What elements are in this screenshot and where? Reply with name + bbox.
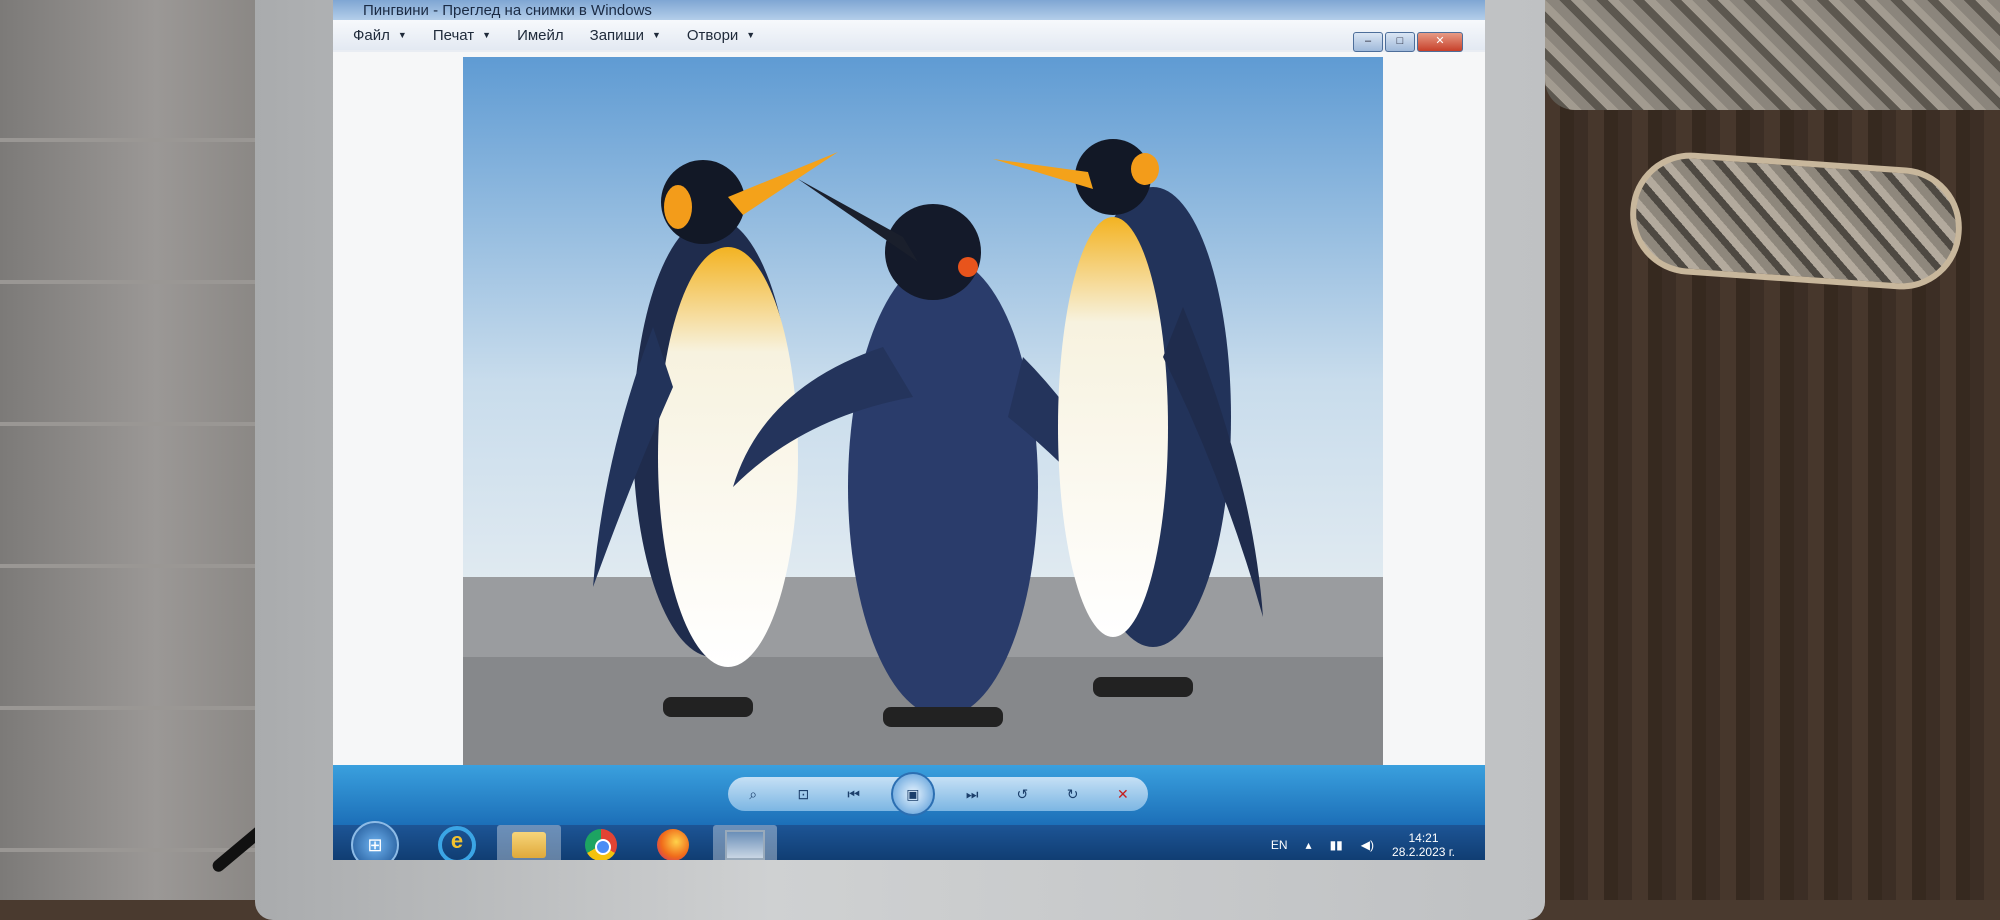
tray-expand-icon[interactable]: ▴ xyxy=(1306,838,1312,852)
menu-burn[interactable]: Запиши ▼ xyxy=(590,27,661,44)
menu-open[interactable]: Отвори ▼ xyxy=(687,27,755,44)
chrome-icon xyxy=(585,829,617,860)
taskbar-ie[interactable]: e xyxy=(425,825,489,860)
menu-print[interactable]: Печат ▼ xyxy=(433,27,491,44)
network-icon[interactable]: ▮▮ xyxy=(1330,838,1343,852)
rotate-right-icon[interactable]: ↻ xyxy=(1060,783,1086,805)
rotate-left-icon[interactable]: ↺ xyxy=(1009,783,1035,805)
penguin-left-feet xyxy=(663,697,753,717)
viewer-controls: ⌕ ⊡ ⏮ ▣ ⏭ ↺ ↻ ✕ xyxy=(728,772,1148,816)
wicker-basket xyxy=(1545,0,2000,110)
internet-explorer-icon: e xyxy=(438,826,476,860)
taskbar-explorer[interactable] xyxy=(497,825,561,860)
clock-time: 14:21 xyxy=(1408,831,1439,845)
taskbar: ⊞ e EN ▴ ▮▮ ◀) 14:21 28.2.2023 г. xyxy=(333,821,1485,860)
taskbar-firefox[interactable] xyxy=(641,825,705,860)
penguin-left-cheek xyxy=(664,185,692,229)
previous-icon[interactable]: ⏮ xyxy=(841,783,867,805)
wicker-handle xyxy=(1626,148,1966,294)
menu-bar: Файл ▼ Печат ▼ Имейл Запиши ▼ Отвори ▼ xyxy=(333,20,1485,50)
taskbar-chrome[interactable] xyxy=(569,825,633,860)
next-icon[interactable]: ⏭ xyxy=(959,783,985,805)
window-controls: – □ ✕ xyxy=(1353,32,1463,52)
penguin-right-belly xyxy=(1058,217,1168,637)
menu-open-label: Отвори xyxy=(686,26,739,44)
folder-icon xyxy=(512,832,546,858)
penguin-middle-feet xyxy=(883,707,1003,727)
monitor-screen: Пингвини - Преглед на снимки в Windows Ф… xyxy=(333,0,1485,860)
penguin-right-feet xyxy=(1093,677,1193,697)
clock[interactable]: 14:21 28.2.2023 г. xyxy=(1392,831,1455,859)
menu-email[interactable]: Имейл xyxy=(517,27,564,44)
chevron-down-icon: ▼ xyxy=(746,30,756,40)
delete-icon[interactable]: ✕ xyxy=(1110,783,1136,805)
menu-email-label: Имейл xyxy=(517,26,564,44)
chevron-down-icon: ▼ xyxy=(397,30,407,40)
photo-viewer-icon xyxy=(725,830,765,860)
penguin-middle-head xyxy=(885,204,981,300)
language-indicator[interactable]: EN xyxy=(1271,838,1288,852)
maximize-button[interactable]: □ xyxy=(1385,32,1415,52)
window-titlebar: Пингвини - Преглед на снимки в Windows xyxy=(333,0,1485,22)
penguin-right-cheek xyxy=(1131,153,1159,185)
start-button[interactable]: ⊞ xyxy=(351,821,399,860)
taskbar-photo-viewer[interactable] xyxy=(713,825,777,860)
volume-icon[interactable]: ◀) xyxy=(1361,838,1374,852)
chevron-down-icon: ▼ xyxy=(482,30,492,40)
system-tray: EN ▴ ▮▮ ◀) 14:21 28.2.2023 г. xyxy=(1271,831,1455,859)
penguin-left-belly xyxy=(658,247,798,667)
brick-wall xyxy=(0,0,260,900)
firefox-icon xyxy=(657,829,689,860)
slideshow-button[interactable]: ▣ xyxy=(890,772,935,816)
viewer-toolbar: ⌕ ⊡ ⏮ ▣ ⏭ ↺ ↻ ✕ xyxy=(333,765,1485,825)
wooden-cabinet xyxy=(1530,0,2000,900)
menu-print-label: Печат xyxy=(432,26,475,44)
penguin-middle-cheek xyxy=(958,257,978,277)
menu-file[interactable]: Файл ▼ xyxy=(353,27,407,44)
chevron-down-icon: ▼ xyxy=(651,30,661,40)
zoom-icon[interactable]: ⌕ xyxy=(740,783,766,805)
fit-to-window-icon[interactable]: ⊡ xyxy=(790,783,816,805)
minimize-button[interactable]: – xyxy=(1353,32,1383,52)
menu-file-label: Файл xyxy=(353,26,390,44)
penguins-photo xyxy=(463,57,1383,777)
penguin-middle-body xyxy=(848,257,1038,717)
menu-burn-label: Запиши xyxy=(589,26,644,44)
clock-date: 28.2.2023 г. xyxy=(1392,845,1455,859)
image-viewing-area xyxy=(333,52,1485,777)
window-title: Пингвини - Преглед на снимки в Windows xyxy=(363,2,652,19)
close-button[interactable]: ✕ xyxy=(1417,32,1463,52)
